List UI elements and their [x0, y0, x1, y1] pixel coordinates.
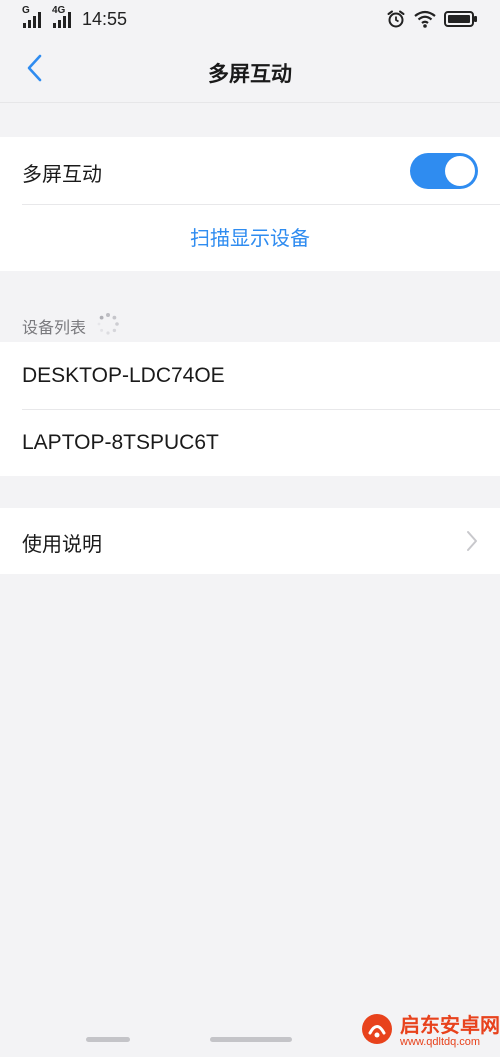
device-list-title: 设备列表: [22, 318, 87, 337]
help-label: 使用说明: [22, 532, 102, 556]
watermark-url: www.qdltdq.com: [400, 1035, 481, 1048]
spinner-icon: [96, 312, 120, 340]
device-list-header: 设备列表: [22, 312, 120, 340]
status-time: 14:55: [82, 8, 128, 29]
watermark-logo-icon: [360, 1012, 394, 1050]
device-name: DESKTOP-LDC74OE: [22, 364, 225, 387]
multiscreen-card: 多屏互动 扫描显示设备: [0, 137, 500, 271]
signal-icon: G: [22, 5, 44, 30]
signal-4g-icon: 4G: [52, 5, 74, 30]
list-item[interactable]: DESKTOP-LDC74OE: [0, 342, 500, 409]
scan-devices-button[interactable]: 扫描显示设备: [0, 205, 500, 271]
nav-gesture-bar-center[interactable]: [210, 1037, 292, 1042]
status-bar: G 4G 14:55: [0, 0, 500, 40]
wifi-icon: [414, 9, 436, 33]
switch-knob: [445, 156, 475, 186]
status-left: G 4G 14:55: [22, 5, 128, 30]
multiscreen-toggle-row[interactable]: 多屏互动: [0, 137, 500, 204]
multiscreen-label: 多屏互动: [22, 162, 102, 186]
device-list: DESKTOP-LDC74OE LAPTOP-8TSPUC6T: [0, 342, 500, 476]
page-title: 多屏互动: [208, 62, 292, 86]
help-row[interactable]: 使用说明: [0, 508, 500, 574]
nav-gesture-bar-left[interactable]: [86, 1037, 130, 1042]
list-item[interactable]: LAPTOP-8TSPUC6T: [0, 409, 500, 476]
watermark-name: 启东安卓网: [400, 1012, 500, 1037]
alarm-icon: [386, 9, 406, 33]
nav-bar: 多屏互动: [0, 40, 500, 103]
battery-icon: [444, 10, 478, 32]
chevron-right-icon: [466, 530, 478, 552]
watermark: 启东安卓网 www.qdltdq.com: [360, 1005, 500, 1057]
watermark-text: 启东安卓网 www.qdltdq.com: [400, 1014, 500, 1048]
device-name: LAPTOP-8TSPUC6T: [22, 431, 219, 454]
multiscreen-switch[interactable]: [410, 153, 478, 189]
status-right: [386, 9, 478, 33]
